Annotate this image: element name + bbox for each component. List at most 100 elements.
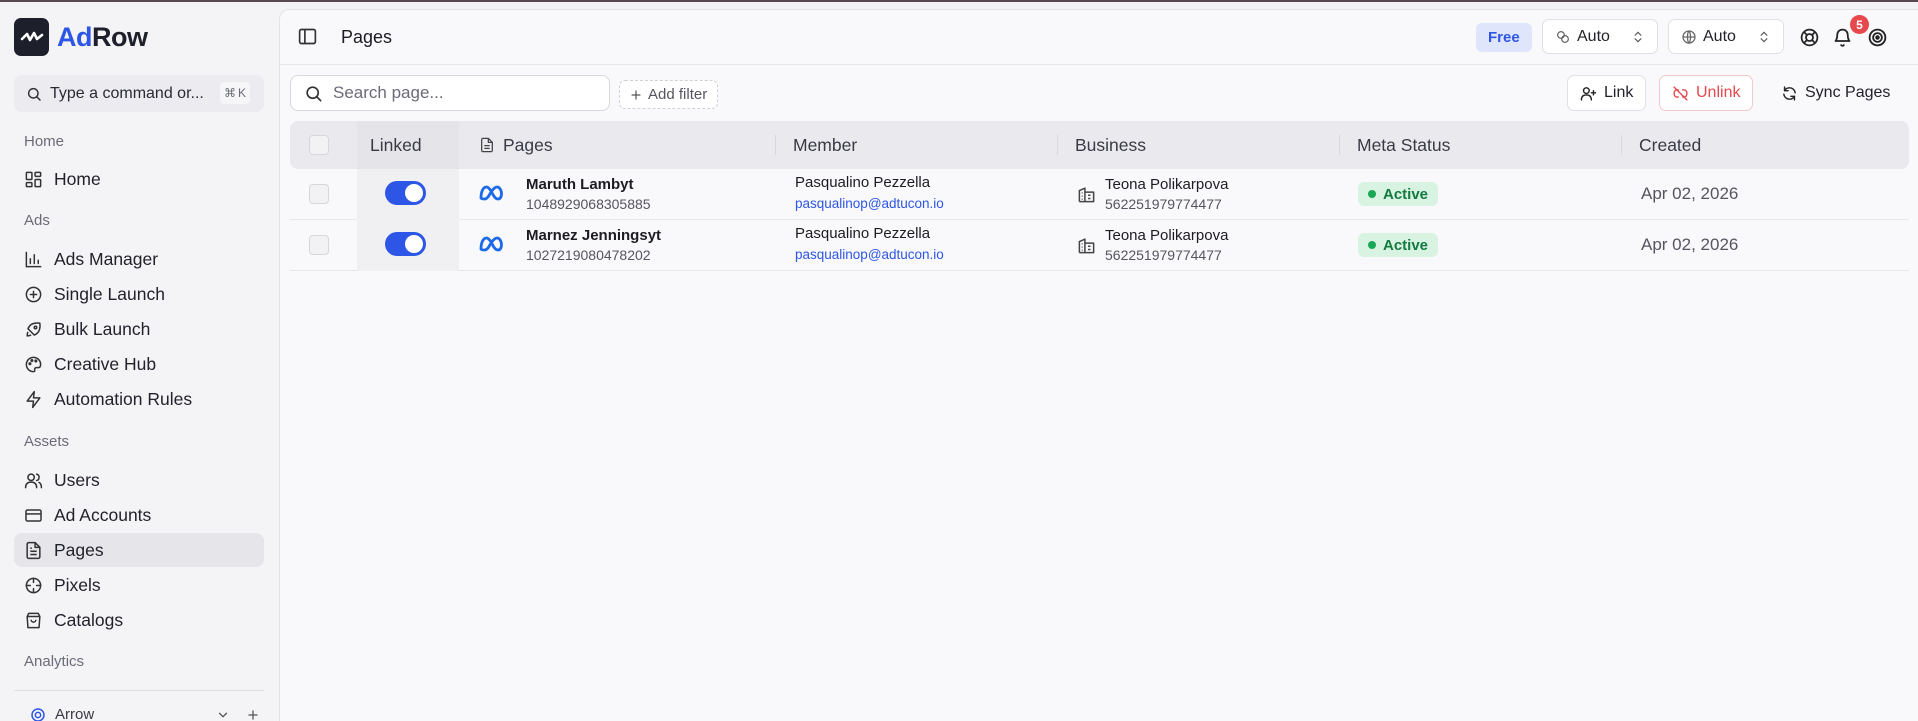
sidebar: AdRow Type a command or... ⌘ K Home Home … — [0, 2, 278, 721]
pages-table: Linked Pages Member Business Meta Status… — [290, 121, 1909, 271]
search-icon — [27, 87, 41, 101]
member-email-link[interactable]: pasqualinop@adtucon.io — [795, 196, 944, 211]
plus-icon — [631, 89, 641, 100]
brand-name: AdRow — [57, 21, 148, 52]
column-header-created[interactable]: Created — [1631, 121, 1701, 169]
column-header-business[interactable]: Business — [1067, 121, 1146, 169]
theme-icon — [1557, 30, 1569, 43]
meta-logo-icon — [478, 236, 504, 257]
chevrons-updown-icon — [1760, 31, 1768, 42]
language-select[interactable]: Auto — [1668, 19, 1784, 54]
sidebar-item-home[interactable]: Home — [14, 162, 264, 196]
help-lifebuoy-icon[interactable] — [1799, 27, 1820, 53]
sidebar-item-pixels[interactable]: Pixels — [14, 568, 264, 602]
sidebar-item-label: Catalogs — [54, 609, 124, 630]
refresh-icon — [1783, 85, 1796, 101]
row-checkbox[interactable] — [309, 184, 329, 204]
file-icon — [26, 541, 41, 559]
user-plus-icon — [1580, 86, 1597, 101]
plan-badge[interactable]: Free — [1476, 23, 1532, 52]
sidebar-item-bulk-launch[interactable]: Bulk Launch — [14, 312, 264, 346]
sidebar-item-label: Home — [54, 168, 101, 189]
member-name: Pasqualino Pezzella — [795, 225, 931, 242]
bolt-icon — [26, 390, 41, 408]
sidebar-item-catalogs[interactable]: Catalogs — [14, 603, 264, 637]
globe-icon — [1682, 29, 1696, 44]
table-row[interactable]: Maruth Lambyt 1048929068305885 Pasqualin… — [290, 169, 1909, 220]
status-badge: Active — [1358, 233, 1439, 257]
brand-logo[interactable]: AdRow — [14, 18, 148, 56]
sidebar-item-users[interactable]: Users — [14, 463, 264, 497]
language-select-value: Auto — [1703, 27, 1736, 45]
column-divider — [1339, 135, 1340, 155]
workspace-name: Arrow — [55, 706, 95, 721]
linked-toggle[interactable] — [385, 181, 426, 205]
member-email-link[interactable]: pasqualinop@adtucon.io — [795, 247, 944, 262]
sidebar-item-automation-rules[interactable]: Automation Rules — [14, 382, 264, 416]
sidebar-item-single-launch[interactable]: Single Launch — [14, 277, 264, 311]
row-checkbox[interactable] — [309, 235, 329, 255]
column-header-pages[interactable]: Pages — [479, 121, 553, 169]
column-header-linked[interactable]: Linked — [362, 121, 422, 169]
member-name: Pasqualino Pezzella — [795, 174, 931, 191]
sidebar-item-creative-hub[interactable]: Creative Hub — [14, 347, 264, 381]
created-date: Apr 02, 2026 — [1641, 184, 1739, 203]
link-off-icon — [1673, 85, 1688, 101]
file-icon — [481, 137, 493, 153]
sidebar-item-ads-manager[interactable]: Ads Manager — [14, 242, 264, 276]
business-name: Teona Polikarpova — [1105, 176, 1229, 193]
sidebar-toggle-icon[interactable] — [297, 26, 318, 52]
main-panel: Pages Free Auto Auto 5 Add filter — [279, 9, 1918, 721]
page-id: 1048929068305885 — [526, 196, 651, 212]
business-id: 562251979774477 — [1105, 247, 1222, 263]
status-badge: Active — [1358, 182, 1439, 206]
sync-pages-button[interactable]: Sync Pages — [1769, 75, 1902, 111]
add-filter-button[interactable]: Add filter — [619, 80, 719, 109]
plus-circle-icon — [25, 286, 42, 302]
link-button[interactable]: Link — [1567, 75, 1647, 111]
column-header-member[interactable]: Member — [785, 121, 857, 169]
top-bar: Pages Free Auto Auto 5 — [280, 10, 1918, 65]
sidebar-item-label: Users — [54, 469, 100, 490]
sidebar-item-label: Automation Rules — [54, 388, 193, 409]
grid-icon — [25, 171, 42, 187]
unlink-button[interactable]: Unlink — [1659, 75, 1754, 111]
bell-icon[interactable] — [1832, 27, 1853, 53]
sidebar-item-label: Ad Accounts — [54, 504, 152, 525]
command-placeholder: Type a command or... — [50, 84, 204, 102]
page-name[interactable]: Maruth Lambyt — [526, 176, 634, 193]
bar-chart-icon — [25, 251, 42, 267]
theme-select[interactable]: Auto — [1542, 19, 1658, 54]
logo-mark-icon — [14, 18, 49, 56]
rocket-icon — [26, 321, 41, 337]
table-row[interactable]: Marnez Jenningsyt 1027219080478202 Pasqu… — [290, 220, 1909, 271]
created-date: Apr 02, 2026 — [1641, 235, 1739, 254]
sidebar-item-ad-accounts[interactable]: Ad Accounts — [14, 498, 264, 532]
palette-icon — [25, 356, 42, 372]
column-divider — [1057, 135, 1058, 155]
chevron-down-icon[interactable] — [216, 708, 230, 721]
select-all-checkbox[interactable] — [309, 135, 329, 155]
target-icon — [31, 707, 45, 721]
chevrons-updown-icon — [1634, 31, 1642, 42]
search-input[interactable] — [333, 83, 583, 103]
search-box[interactable] — [290, 75, 610, 111]
column-divider — [1621, 135, 1622, 155]
workspace-switcher[interactable]: Arrow — [30, 706, 260, 721]
sidebar-item-label: Bulk Launch — [54, 318, 151, 339]
sidebar-item-label: Ads Manager — [54, 248, 159, 269]
card-icon — [25, 508, 42, 522]
sidebar-item-pages[interactable]: Pages — [14, 533, 264, 567]
plus-icon[interactable] — [246, 708, 260, 721]
page-name[interactable]: Marnez Jenningsyt — [526, 227, 661, 244]
page-id: 1027219080478202 — [526, 247, 651, 263]
section-heading-home: Home — [24, 133, 65, 150]
theme-select-value: Auto — [1577, 27, 1610, 45]
command-palette-trigger[interactable]: Type a command or... ⌘ K — [14, 75, 264, 112]
linked-toggle[interactable] — [385, 232, 426, 256]
target-icon[interactable] — [1867, 27, 1888, 53]
column-header-meta-status[interactable]: Meta Status — [1349, 121, 1450, 169]
table-header: Linked Pages Member Business Meta Status… — [290, 121, 1909, 169]
shortcut-hint: ⌘ K — [219, 82, 250, 104]
users-icon — [24, 472, 43, 488]
